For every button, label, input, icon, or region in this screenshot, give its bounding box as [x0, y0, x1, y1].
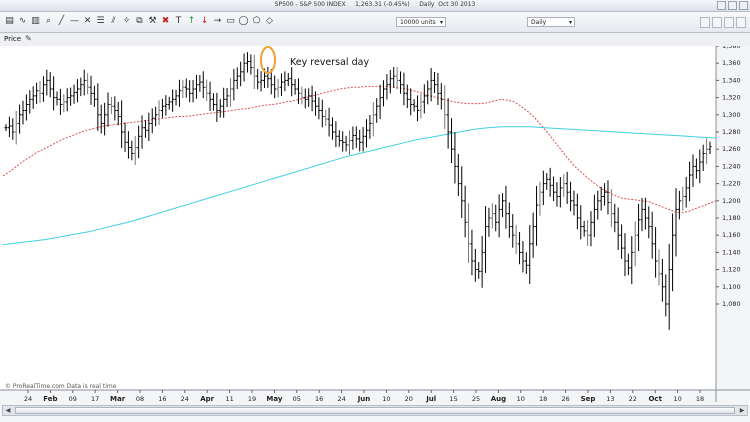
line-chart-icon[interactable]: ∿: [17, 16, 28, 27]
x-tick-label: Apr: [200, 395, 214, 403]
y-tick-label: 1,280: [722, 128, 741, 136]
y-tick-label: 1,300: [722, 111, 741, 119]
minimize-button[interactable]: [717, 1, 726, 10]
x-tick-label: 09: [69, 395, 77, 403]
x-tick-label: 24: [24, 395, 32, 403]
x-tick-label: 10: [673, 395, 681, 403]
x-tick-label: 08: [136, 395, 144, 403]
x-tick-label: 20: [405, 395, 413, 403]
y-tick-label: 1,320: [722, 94, 741, 102]
layout-button[interactable]: [712, 17, 722, 28]
x-tick-label: 16: [315, 395, 323, 403]
bar-chart-icon[interactable]: ▤: [4, 16, 15, 27]
window-title: SP500 - S&P 500 INDEX 1,263.31 (-0.45%) …: [274, 1, 476, 8]
units-select[interactable]: 10000 units ▾: [396, 17, 446, 27]
y-tick-label: 1,260: [722, 145, 741, 153]
x-tick-label: Jun: [357, 395, 371, 403]
x-tick-label: 22: [629, 395, 637, 403]
y-tick-label: 1,240: [722, 162, 741, 170]
scroll-left-icon[interactable]: ◀: [3, 406, 13, 415]
x-tick-label: Oct: [648, 395, 662, 403]
text-icon[interactable]: T: [173, 16, 184, 27]
arrow-right-icon[interactable]: →: [212, 16, 223, 27]
layout-button[interactable]: [724, 17, 734, 28]
close-button[interactable]: [739, 1, 748, 10]
window-titlebar: SP500 - S&P 500 INDEX 1,263.31 (-0.45%) …: [0, 0, 750, 12]
horizontal-line-icon[interactable]: —: [69, 16, 80, 27]
pencil-icon[interactable]: ✎: [25, 34, 32, 43]
x-tick-label: 17: [91, 395, 99, 403]
y-tick-label: 1,120: [722, 266, 741, 274]
price-panel-header: Price ✎: [0, 33, 750, 47]
x-tick-label: 16: [158, 395, 166, 403]
layout-button[interactable]: [736, 17, 746, 28]
x-tick-label: Feb: [43, 395, 57, 403]
polygon-icon[interactable]: ⬠: [251, 16, 262, 27]
y-tick-label: 1,220: [722, 180, 741, 188]
maximize-button[interactable]: [728, 1, 737, 10]
x-tick-label: 26: [561, 395, 569, 403]
y-tick-label: 1,080: [722, 300, 741, 308]
x-tick-label: Jul: [425, 395, 436, 403]
candle-icon[interactable]: ▥: [30, 16, 41, 27]
window-layout-buttons: [700, 17, 746, 28]
interval-select[interactable]: Daily ▾: [527, 17, 575, 27]
y-tick-label: 1,380: [722, 46, 741, 50]
pattern-icon[interactable]: ⧉: [134, 16, 145, 27]
cross-icon[interactable]: ✕: [82, 16, 93, 27]
scroll-right-icon[interactable]: ▶: [737, 406, 747, 415]
draw-line-icon[interactable]: ╱: [56, 16, 67, 27]
hammer-icon[interactable]: ⚒: [147, 16, 158, 27]
y-tick-label: 1,160: [722, 231, 741, 239]
x-tick-label: 18: [696, 395, 704, 403]
interval-select-value: Daily: [531, 19, 547, 26]
window-controls: [717, 1, 748, 10]
gann-icon[interactable]: ✧: [121, 16, 132, 27]
x-tick-label: 10: [382, 395, 390, 403]
chevron-down-icon: ▾: [568, 19, 572, 26]
x-tick-label: 25: [472, 395, 480, 403]
layout-button[interactable]: [700, 17, 710, 28]
channel-icon[interactable]: ⫽: [108, 16, 119, 27]
chart-background: [0, 46, 750, 422]
drawing-toolbar: ▤ ∿ ▥ ⌕ ╱ — ✕ ☰ ⫽ ✧ ⧉ ⚒ ✖ T ↑ ↓ → ▭ ◯ ⬠ ◇ 10000 units ▾ Daily…: [0, 12, 750, 33]
units-select-value: 10000 units: [400, 19, 436, 26]
ellipse-icon[interactable]: ◯: [238, 16, 249, 27]
y-tick-label: 1,360: [722, 59, 741, 67]
x-tick-label: 24: [337, 395, 345, 403]
delete-icon[interactable]: ✖: [160, 16, 171, 27]
x-tick-label: 24: [181, 395, 189, 403]
watermark-text: © ProRealTime.com Data is real time: [5, 383, 117, 390]
x-tick-label: 11: [225, 395, 233, 403]
x-tick-label: 18: [539, 395, 547, 403]
x-tick-label: May: [266, 395, 282, 403]
rectangle-icon[interactable]: ▭: [225, 16, 236, 27]
x-tick-label: 05: [293, 395, 301, 403]
y-tick-label: 1,180: [722, 214, 741, 222]
x-tick-label: Aug: [491, 395, 506, 403]
x-tick-label: Mar: [110, 395, 126, 403]
x-tick-label: 15: [449, 395, 457, 403]
x-tick-label: 19: [248, 395, 256, 403]
zoom-icon[interactable]: ⌕: [43, 16, 54, 27]
annotation-label: Key reversal day: [290, 57, 369, 68]
arrow-up-icon[interactable]: ↑: [186, 16, 197, 27]
horizontal-scrollbar[interactable]: ◀ ▶: [2, 405, 748, 416]
shapes-icon[interactable]: ◇: [264, 16, 275, 27]
price-panel-label: Price: [4, 35, 22, 43]
arrow-down-icon[interactable]: ↓: [199, 16, 210, 27]
scroll-thumb[interactable]: [15, 407, 735, 414]
price-chart[interactable]: 1,380 1,360 1,340 1,320 1,300 1,280 1,260 1,240…: [0, 46, 750, 422]
toolbar-icons: ▤ ∿ ▥ ⌕ ╱ — ✕ ☰ ⫽ ✧ ⧉ ⚒ ✖ T ↑ ↓ → ▭ ◯ ⬠ ◇: [4, 16, 275, 27]
x-tick-label: 10: [517, 395, 525, 403]
fibonacci-icon[interactable]: ☰: [95, 16, 106, 27]
y-tick-label: 1,200: [722, 197, 741, 205]
y-tick-label: 1,340: [722, 76, 741, 84]
chevron-down-icon: ▾: [439, 19, 443, 26]
y-tick-label: 1,140: [722, 248, 741, 256]
x-tick-label: Sep: [581, 395, 596, 403]
x-tick-label: 13: [606, 395, 614, 403]
y-tick-label: 1,100: [722, 283, 741, 291]
